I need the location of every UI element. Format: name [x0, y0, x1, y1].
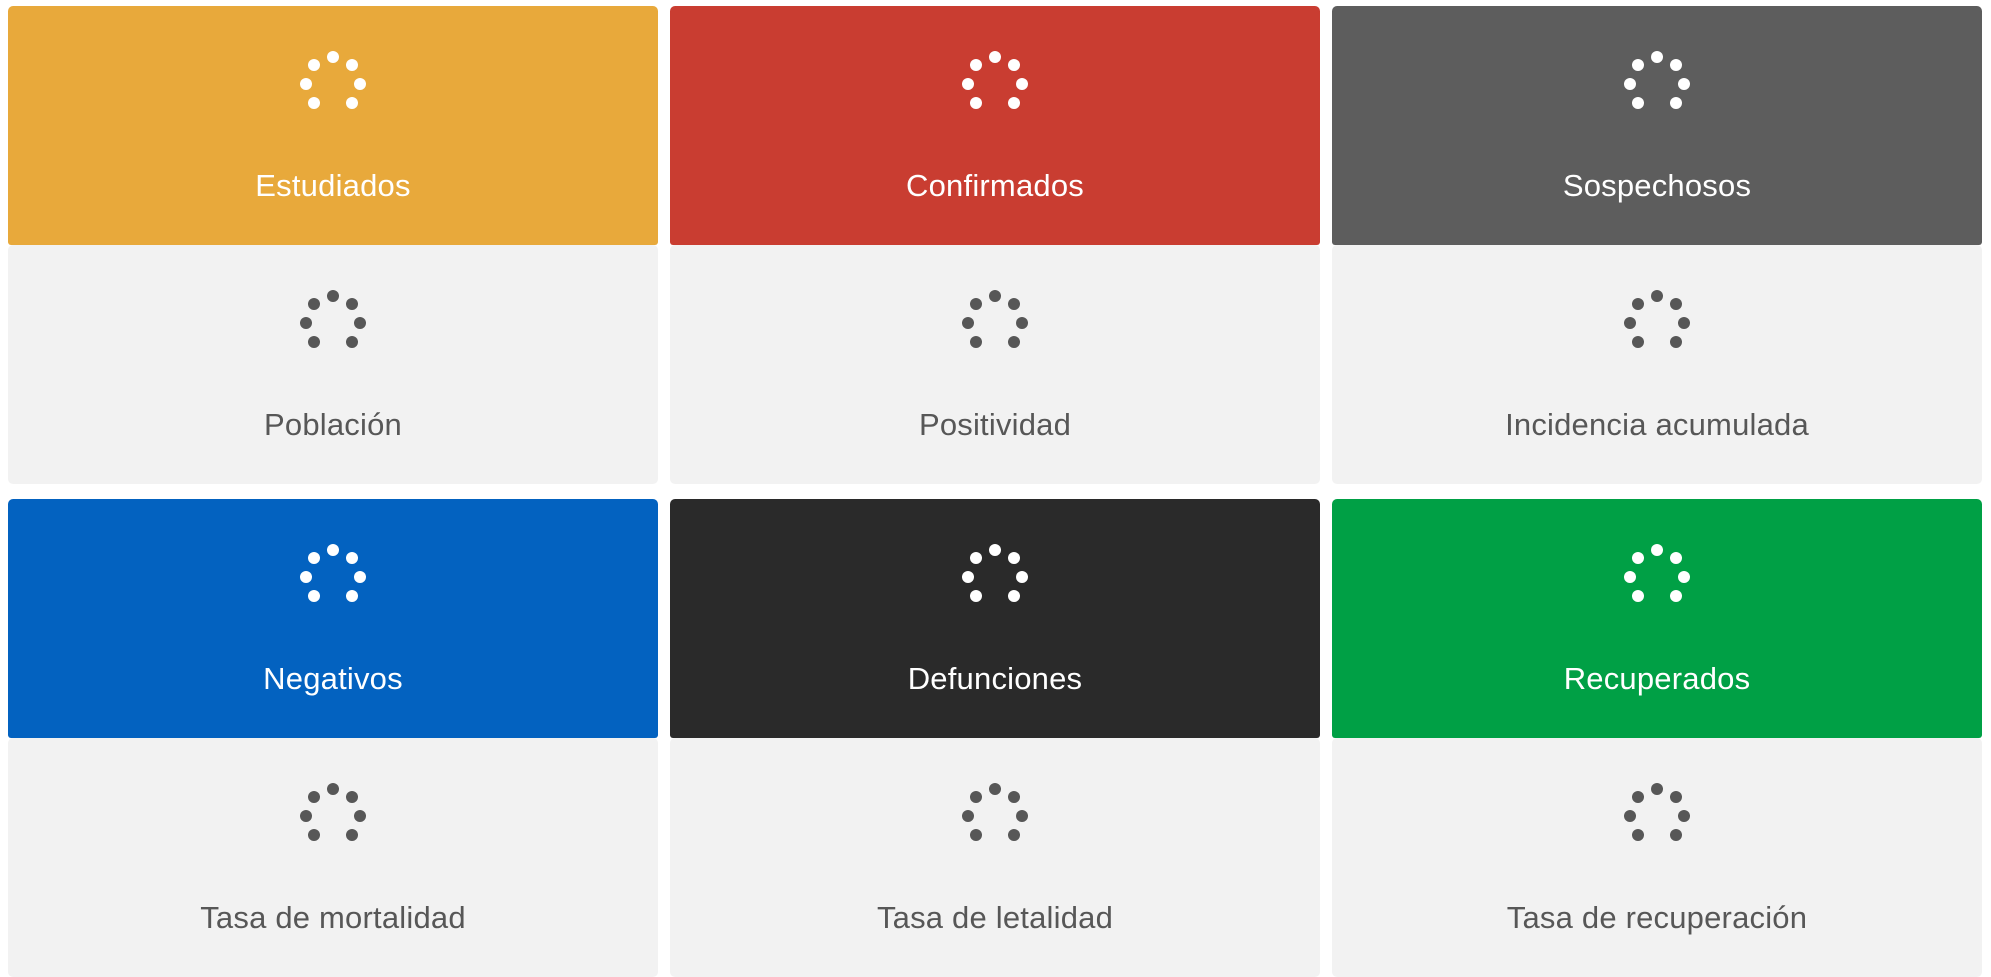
defunciones-card: Defunciones — [670, 499, 1320, 738]
positividad-label: Positividad — [918, 407, 1072, 442]
negativos-block: Negativos Tasa de mortalidad — [8, 499, 658, 977]
estudiados-block: Estudiados Población — [8, 6, 658, 484]
estudiados-card: Estudiados — [8, 6, 658, 245]
loading-spinner-icon — [960, 51, 1030, 115]
confirmados-label: Confirmados — [906, 168, 1084, 203]
recuperacion-card: Tasa de recuperación — [1332, 738, 1982, 977]
loading-spinner-icon — [1622, 51, 1692, 115]
recuperacion-label: Tasa de recuperación — [1506, 900, 1808, 935]
mortalidad-card: Tasa de mortalidad — [8, 738, 658, 977]
recuperados-card: Recuperados — [1332, 499, 1982, 738]
incidencia-label: Incidencia acumulada — [1505, 407, 1809, 442]
loading-spinner-icon — [1622, 544, 1692, 608]
poblacion-label: Población — [264, 407, 402, 442]
stats-grid: Estudiados Población Confirmados Positiv… — [8, 6, 1982, 977]
loading-spinner-icon — [1622, 290, 1692, 354]
loading-spinner-icon — [1622, 783, 1692, 847]
poblacion-card: Población — [8, 245, 658, 484]
estudiados-label: Estudiados — [255, 168, 411, 203]
mortalidad-label: Tasa de mortalidad — [200, 900, 466, 935]
letalidad-card: Tasa de letalidad — [670, 738, 1320, 977]
defunciones-label: Defunciones — [907, 661, 1083, 696]
sospechosos-label: Sospechosos — [1562, 168, 1752, 203]
incidencia-card: Incidencia acumulada — [1332, 245, 1982, 484]
loading-spinner-icon — [960, 544, 1030, 608]
defunciones-block: Defunciones Tasa de letalidad — [670, 499, 1320, 977]
loading-spinner-icon — [298, 290, 368, 354]
negativos-card: Negativos — [8, 499, 658, 738]
loading-spinner-icon — [298, 783, 368, 847]
loading-spinner-icon — [960, 783, 1030, 847]
letalidad-label: Tasa de letalidad — [876, 900, 1114, 935]
negativos-label: Negativos — [263, 661, 403, 696]
recuperados-label: Recuperados — [1563, 661, 1751, 696]
confirmados-block: Confirmados Positividad — [670, 6, 1320, 484]
recuperados-block: Recuperados Tasa de recuperación — [1332, 499, 1982, 977]
loading-spinner-icon — [298, 51, 368, 115]
confirmados-card: Confirmados — [670, 6, 1320, 245]
positividad-card: Positividad — [670, 245, 1320, 484]
loading-spinner-icon — [960, 290, 1030, 354]
loading-spinner-icon — [298, 544, 368, 608]
sospechosos-card: Sospechosos — [1332, 6, 1982, 245]
sospechosos-block: Sospechosos Incidencia acumulada — [1332, 6, 1982, 484]
